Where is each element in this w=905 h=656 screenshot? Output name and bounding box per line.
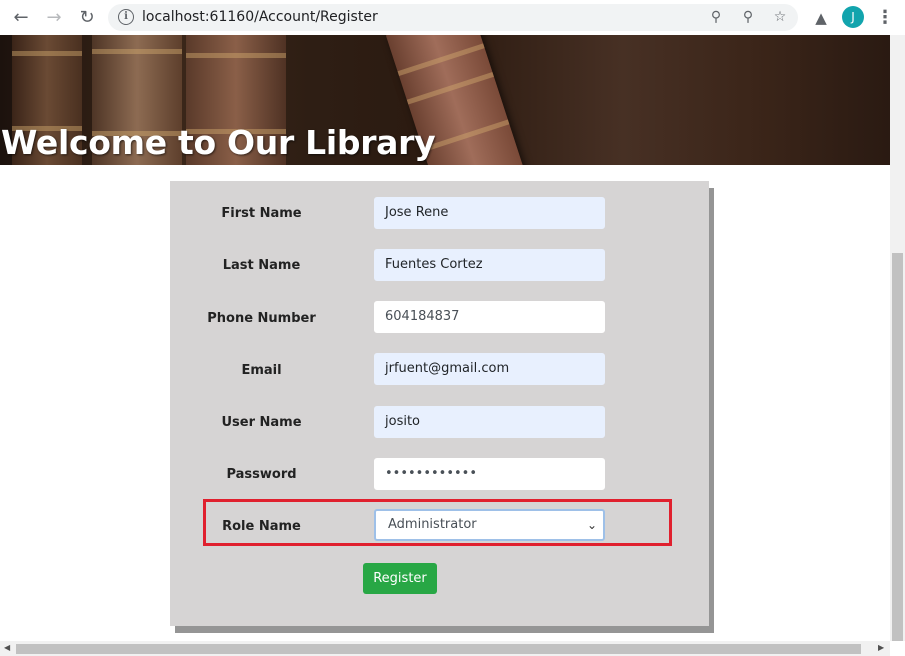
register-form — [170, 181, 709, 626]
last-name-input[interactable]: Fuentes Cortez — [374, 249, 605, 281]
forward-icon[interactable]: → — [42, 6, 66, 30]
password-label: Password — [226, 467, 297, 482]
last-name-label: Last Name — [222, 258, 301, 273]
role-selected-value: Administrator — [388, 517, 477, 532]
phone-number-input[interactable]: 604184837 — [374, 301, 605, 333]
register-button[interactable]: Register — [363, 563, 437, 594]
info-icon[interactable]: i — [118, 9, 134, 25]
vertical-scrollbar-thumb[interactable] — [892, 253, 903, 641]
user-name-input[interactable]: josito — [374, 406, 605, 438]
page-title: Welcome to Our Library — [1, 123, 436, 162]
user-name-label: User Name — [221, 415, 302, 430]
password-input[interactable]: •••••••••••• — [374, 458, 605, 490]
scroll-right-icon[interactable]: ▶ — [878, 643, 884, 652]
extensions-icon[interactable]: ▲ — [809, 6, 833, 30]
phone-number-label: Phone Number — [207, 311, 316, 326]
role-name-label: Role Name — [222, 519, 301, 534]
first-name-input[interactable]: Jose Rene — [374, 197, 605, 229]
chevron-down-icon: ⌄ — [586, 518, 597, 532]
back-icon[interactable]: ← — [9, 6, 33, 30]
star-icon[interactable]: ☆ — [769, 6, 791, 28]
browser-toolbar: ← → ↻ i localhost:61160/Account/Register… — [0, 0, 905, 36]
reload-icon[interactable]: ↻ — [75, 6, 99, 30]
address-bar[interactable]: i localhost:61160/Account/Register ⚲ ⚲ ☆ — [108, 4, 798, 31]
library-banner: Welcome to Our Library — [0, 35, 890, 165]
email-label: Email — [241, 363, 282, 378]
key-icon[interactable]: ⚲ — [705, 6, 727, 28]
scroll-left-icon[interactable]: ◀ — [4, 643, 10, 652]
avatar[interactable]: J — [842, 6, 864, 28]
role-name-select[interactable]: Administrator ⌄ — [374, 509, 605, 541]
first-name-label: First Name — [221, 206, 302, 221]
email-input[interactable]: jrfuent@gmail.com — [374, 353, 605, 385]
horizontal-scrollbar-thumb[interactable] — [16, 644, 861, 654]
url-text[interactable]: localhost:61160/Account/Register — [142, 4, 378, 31]
zoom-icon[interactable]: ⚲ — [737, 6, 759, 28]
menu-icon[interactable]: ⋮ — [876, 6, 894, 30]
